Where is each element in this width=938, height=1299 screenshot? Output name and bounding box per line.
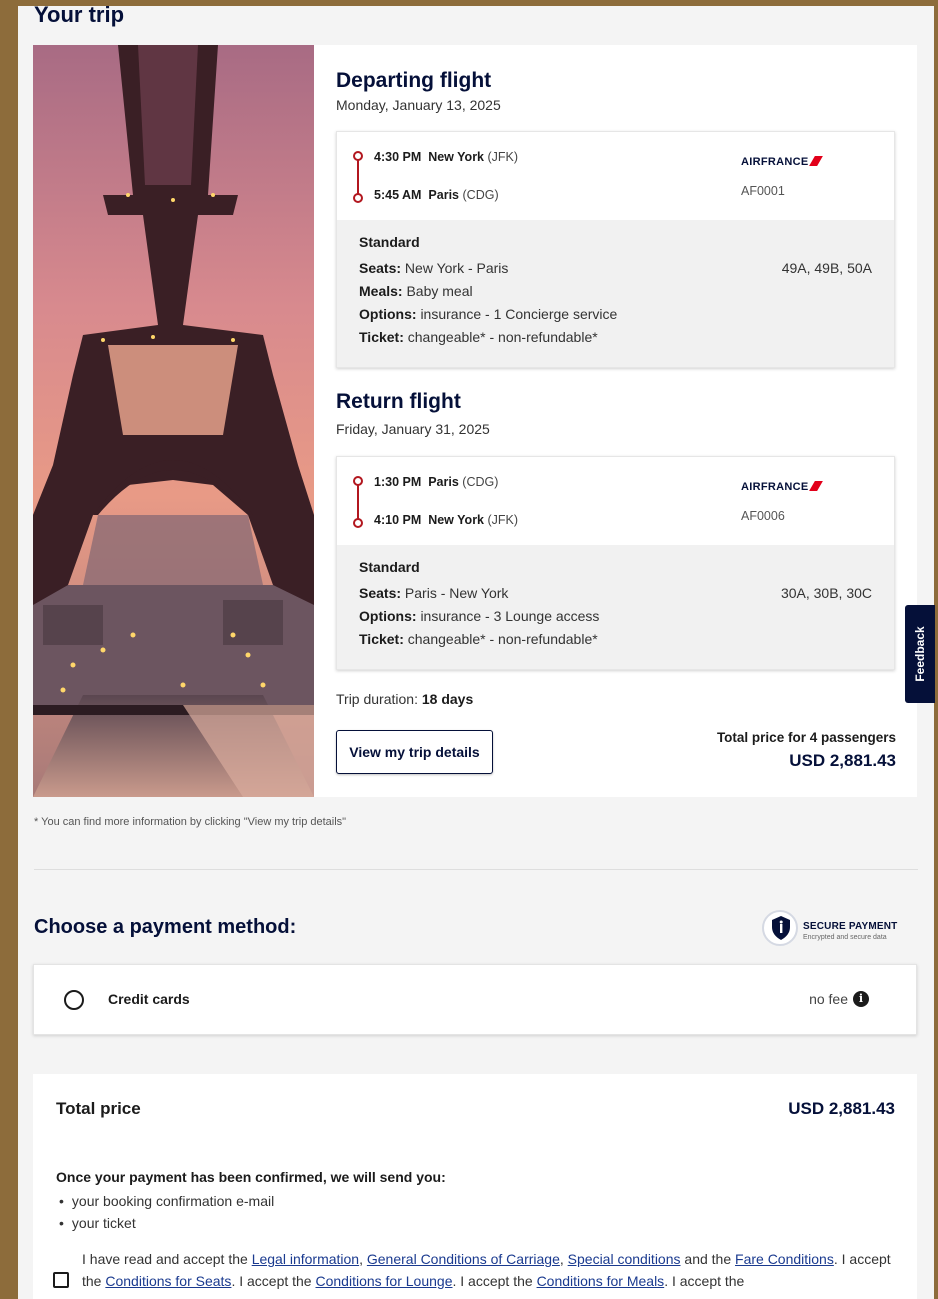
departing-origin: 4:30 PM New York (JFK) bbox=[374, 150, 519, 164]
departing-flight-heading: Departing flight bbox=[336, 69, 492, 92]
confirmation-list: your booking confirmation e-mail your ti… bbox=[59, 1190, 274, 1234]
departing-seats-row: Seats: New York - Paris 49A, 49B, 50A bbox=[359, 257, 872, 280]
payment-option-credit-cards[interactable]: Credit cards no fee i bbox=[33, 964, 917, 1035]
payment-method-title: Choose a payment method: bbox=[34, 916, 297, 938]
trip-details: Departing flight Monday, January 13, 202… bbox=[336, 45, 896, 797]
return-destination: 4:10 PM New York (JFK) bbox=[374, 513, 519, 527]
meal-conditions-link[interactable]: Conditions for Meals bbox=[537, 1273, 665, 1289]
return-origin: 1:30 PM Paris (CDG) bbox=[374, 475, 499, 489]
return-flight-date: Friday, January 31, 2025 bbox=[336, 421, 490, 437]
departing-flight-number: AF0001 bbox=[741, 184, 785, 198]
return-ticket-row: Ticket: changeable* - non-refundable* bbox=[359, 631, 598, 647]
special-conditions-link[interactable]: Special conditions bbox=[568, 1251, 681, 1267]
departing-fare-class: Standard bbox=[359, 234, 420, 250]
passengers-total-value: USD 2,881.43 bbox=[789, 751, 896, 770]
general-conditions-link[interactable]: General Conditions of Carriage bbox=[367, 1251, 560, 1267]
return-fare-class: Standard bbox=[359, 559, 420, 575]
trip-duration: Trip duration: 18 days bbox=[336, 691, 474, 707]
seat-conditions-link[interactable]: Conditions for Seats bbox=[105, 1273, 231, 1289]
terms-text: I have read and accept the Legal informa… bbox=[82, 1251, 891, 1289]
credit-cards-label: Credit cards bbox=[108, 991, 190, 1007]
lounge-conditions-link[interactable]: Conditions for Lounge bbox=[316, 1273, 453, 1289]
departing-meals-row: Meals: Baby meal bbox=[359, 283, 473, 299]
your-trip-title: Your trip bbox=[34, 6, 125, 27]
view-trip-details-button[interactable]: View my trip details bbox=[336, 730, 493, 774]
return-route-timeline bbox=[353, 476, 363, 528]
fare-conditions-link[interactable]: Fare Conditions bbox=[735, 1251, 834, 1267]
departing-flight-segment: 4:30 PM New York (JFK) 5:45 AM Paris (CD… bbox=[336, 131, 895, 368]
checkout-page: Your trip Departing flight Monday, Janua… bbox=[18, 6, 934, 1299]
eiffel-tower-image bbox=[33, 45, 314, 797]
departing-flight-date: Monday, January 13, 2025 bbox=[336, 97, 501, 113]
total-price-value: USD 2,881.43 bbox=[788, 1099, 895, 1118]
airfrance-logo: AIRFRANCE bbox=[741, 481, 824, 493]
feedback-tab[interactable]: Feedback bbox=[905, 605, 935, 703]
confirmation-intro: Once your payment has been confirmed, we… bbox=[56, 1169, 446, 1185]
credit-cards-radio[interactable] bbox=[64, 990, 84, 1010]
secure-payment-badge: SECURE PAYMENT Encrypted and secure data bbox=[762, 908, 912, 948]
departing-options-row: Options: insurance - 1 Concierge service bbox=[359, 306, 618, 322]
trip-summary-card: Departing flight Monday, January 13, 202… bbox=[33, 45, 917, 797]
return-seat-numbers: 30A, 30B, 30C bbox=[780, 585, 872, 601]
shield-icon bbox=[772, 916, 790, 940]
total-price-label: Total price bbox=[56, 1099, 141, 1118]
return-options-row: Options: insurance - 3 Lounge access bbox=[359, 608, 600, 624]
section-divider bbox=[34, 869, 918, 870]
secure-payment-subtitle: Encrypted and secure data bbox=[803, 934, 887, 941]
secure-payment-title: SECURE PAYMENT bbox=[803, 921, 898, 932]
trip-details-footnote: * You can find more information by click… bbox=[34, 816, 347, 828]
terms-checkbox[interactable] bbox=[53, 1272, 69, 1288]
return-seats-row: Seats: Paris - New York 30A, 30B, 30C bbox=[359, 582, 872, 605]
feedback-label: Feedback bbox=[913, 626, 927, 682]
departing-seat-numbers: 49A, 49B, 50A bbox=[781, 260, 872, 276]
departing-route-timeline bbox=[353, 151, 363, 203]
info-icon[interactable]: i bbox=[853, 991, 869, 1007]
passengers-total-label: Total price for 4 passengers bbox=[716, 730, 896, 745]
fee-text: no fee bbox=[809, 991, 848, 1007]
list-item: your ticket bbox=[59, 1212, 274, 1234]
list-item: your booking confirmation e-mail bbox=[59, 1190, 274, 1212]
departing-destination: 5:45 AM Paris (CDG) bbox=[374, 188, 499, 202]
departing-ticket-row: Ticket: changeable* - non-refundable* bbox=[359, 329, 598, 345]
return-flight-number: AF0006 bbox=[741, 509, 785, 523]
airfrance-logo: AIRFRANCE bbox=[741, 156, 824, 168]
total-price-card: Total price USD 2,881.43 Once your payme… bbox=[33, 1074, 917, 1299]
return-flight-segment: 1:30 PM Paris (CDG) 4:10 PM New York (JF… bbox=[336, 456, 895, 670]
return-flight-heading: Return flight bbox=[336, 390, 461, 413]
legal-information-link[interactable]: Legal information bbox=[252, 1251, 359, 1267]
